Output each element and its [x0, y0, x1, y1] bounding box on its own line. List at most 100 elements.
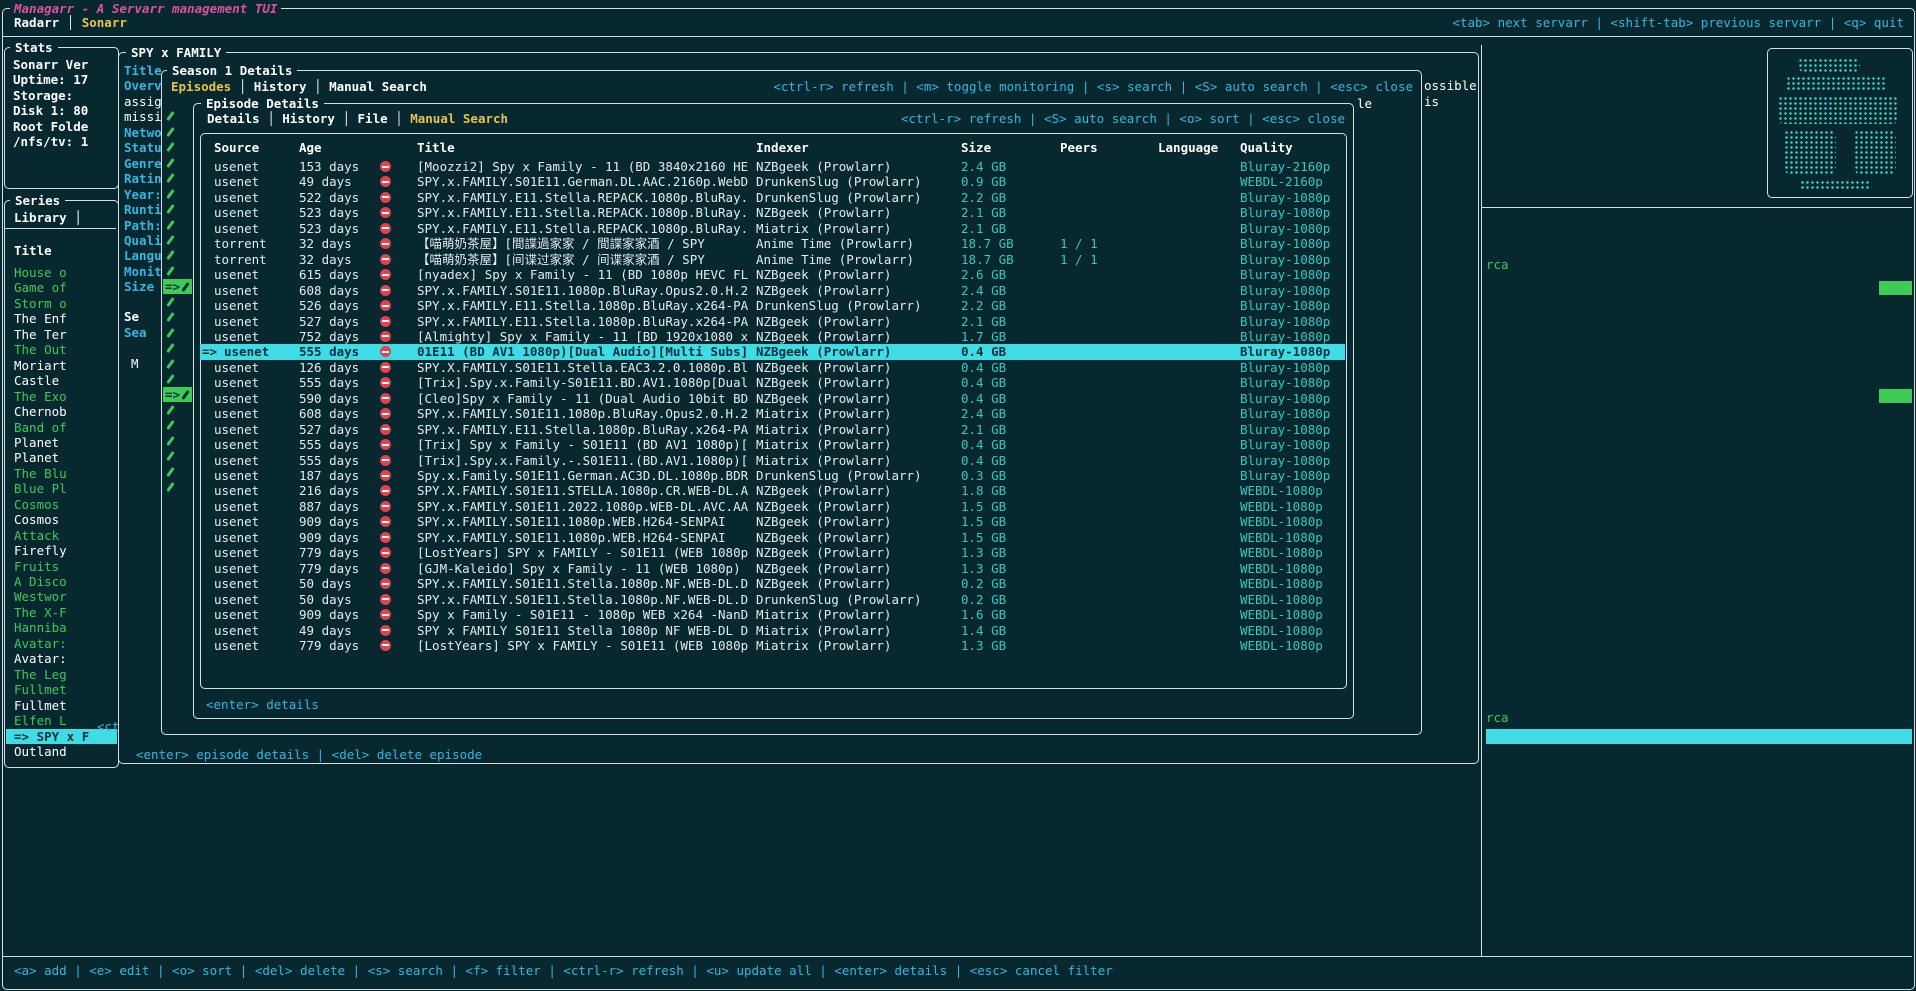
release-quality: Bluray-1080p — [1240, 221, 1330, 236]
rejected-icon — [380, 238, 391, 249]
series-list-item[interactable]: Fruits — [14, 559, 59, 574]
series-list-item[interactable]: Fullmet — [14, 682, 67, 697]
table-column-header-source[interactable]: Source — [214, 140, 259, 155]
release-row[interactable]: usenet49 daysSPY.x.FAMILY.S01E11.German.… — [200, 174, 1345, 189]
table-column-header-age[interactable]: Age — [299, 140, 322, 155]
release-row[interactable]: usenet49 daysSPY x FAMILY S01E11 Stella … — [200, 623, 1345, 638]
release-row[interactable]: usenet909 daysSPY.x.FAMILY.S01E11.1080p.… — [200, 514, 1345, 529]
release-row[interactable]: usenet187 daysSpy.x.Family.S01E11.German… — [200, 468, 1345, 483]
table-column-header-size[interactable]: Size — [961, 140, 991, 155]
release-row[interactable]: usenet909 daysSPY.x.FAMILY.S01E11.1080p.… — [200, 530, 1345, 545]
series-list-item[interactable]: Cosmos — [14, 512, 59, 527]
release-row[interactable]: usenet909 daysSpy x Family - S01E11 - 10… — [200, 607, 1345, 622]
release-row[interactable]: torrent32 days【喵萌奶茶屋】[间谍过家家 / 间谍家家酒 / SP… — [200, 252, 1345, 267]
tab-library[interactable]: Library │ — [14, 210, 82, 225]
series-list-item[interactable]: Storm o — [14, 296, 67, 311]
season-tab-episodes[interactable]: Episodes — [171, 79, 231, 94]
rejected-icon — [380, 594, 391, 605]
series-list-item[interactable]: Planet — [14, 435, 59, 450]
series-list-item[interactable]: Westwor — [14, 589, 67, 604]
release-age: 615 days — [299, 267, 359, 282]
release-row-selected[interactable]: =>usenet555 days01E11 (BD AV1 1080p)[Dua… — [200, 344, 1345, 359]
series-list-item[interactable]: The Leg — [14, 667, 67, 682]
table-column-header-language[interactable]: Language — [1158, 140, 1218, 155]
series-list-item[interactable]: Band of — [14, 420, 67, 435]
release-row[interactable]: usenet555 days[Trix] Spy x Family - S01E… — [200, 437, 1345, 452]
series-list-item[interactable]: Attack — [14, 528, 59, 543]
series-list-item[interactable]: Planet — [14, 450, 59, 465]
rejected-icon — [380, 223, 391, 234]
series-list-item[interactable]: The Enf — [14, 311, 67, 326]
table-column-header-title[interactable]: Title — [417, 140, 455, 155]
series-list-item[interactable]: Game of — [14, 280, 67, 295]
release-size: 0.4 GB — [961, 344, 1006, 359]
series-list-item[interactable]: Moriart — [14, 358, 67, 373]
release-indexer: NZBgeek (Prowlarr) — [756, 483, 891, 498]
release-row[interactable]: usenet887 daysSPY.x.FAMILY.S01E11.2022.1… — [200, 499, 1345, 514]
release-source: usenet — [214, 391, 259, 406]
tab-separator: │ — [306, 79, 329, 94]
release-row[interactable]: usenet555 days[Trix].Spy.x.Family-S01E11… — [200, 375, 1345, 390]
release-age: 779 days — [299, 638, 359, 653]
tab-sonarr[interactable]: Sonarr — [82, 15, 127, 30]
series-list-item[interactable]: Avatar: — [14, 636, 67, 651]
release-row[interactable]: usenet523 daysSPY.x.FAMILY.E11.Stella.RE… — [200, 221, 1345, 236]
release-row[interactable]: usenet615 days[nyadex] Spy x Family - 11… — [200, 267, 1345, 282]
tab-separator: │ — [335, 111, 358, 126]
release-row[interactable]: torrent32 days【喵萌奶茶屋】[間諜過家家 / 間諜家家酒 / SP… — [200, 236, 1345, 251]
episode-tab-history[interactable]: History — [282, 111, 335, 126]
series-list-item[interactable]: Castle — [14, 373, 59, 388]
series-list-item[interactable]: The Ter — [14, 327, 67, 342]
release-row[interactable]: usenet779 days[LostYears] SPY x FAMILY -… — [200, 545, 1345, 560]
release-row[interactable]: usenet608 daysSPY.x.FAMILY.S01E11.1080p.… — [200, 283, 1345, 298]
release-row[interactable]: usenet779 days[GJM-Kaleido] Spy x Family… — [200, 561, 1345, 576]
rejected-icon — [380, 362, 391, 373]
bg-text-fragment: le — [1357, 96, 1372, 111]
table-column-header-indexer[interactable]: Indexer — [756, 140, 809, 155]
series-list-item[interactable]: The Out — [14, 342, 67, 357]
series-list-item[interactable]: The Blu — [14, 466, 67, 481]
series-list-item[interactable]: Avatar: — [14, 651, 67, 666]
series-list-item[interactable]: Cosmos — [14, 497, 59, 512]
series-list-item[interactable]: The Exo — [14, 389, 67, 404]
release-row[interactable]: usenet752 days[Almighty] Spy x Family - … — [200, 329, 1345, 344]
release-row[interactable]: usenet527 daysSPY.x.FAMILY.E11.Stella.10… — [200, 314, 1345, 329]
release-row[interactable]: usenet50 daysSPY.x.FAMILY.S01E11.Stella.… — [200, 592, 1345, 607]
episode-tab-file[interactable]: File — [358, 111, 388, 126]
series-list-item[interactable]: Hanniba — [14, 620, 67, 635]
release-row[interactable]: usenet522 daysSPY.x.FAMILY.E11.Stella.RE… — [200, 190, 1345, 205]
release-row[interactable]: usenet526 daysSPY.x.FAMILY.E11.Stella.10… — [200, 298, 1345, 313]
season-tab-history[interactable]: History — [254, 79, 307, 94]
series-list-item[interactable]: Firefly — [14, 543, 67, 558]
release-row[interactable]: usenet779 days[LostYears] SPY x FAMILY -… — [200, 638, 1345, 653]
release-source: usenet — [214, 205, 259, 220]
rejected-icon — [380, 269, 391, 280]
release-row[interactable]: usenet555 days[Trix].Spy.x.Family.-.S01E… — [200, 453, 1345, 468]
release-row[interactable]: usenet527 daysSPY.x.FAMILY.E11.Stella.10… — [200, 422, 1345, 437]
series-list-item[interactable]: House o — [14, 265, 67, 280]
rejected-icon — [380, 516, 391, 527]
series-list-item[interactable]: Fullmet — [14, 698, 67, 713]
series-list-item[interactable]: Outland — [14, 744, 67, 759]
tab-radarr[interactable]: Radarr — [14, 15, 59, 30]
series-list-item[interactable]: A Disco — [14, 574, 67, 589]
release-row[interactable]: usenet608 daysSPY.x.FAMILY.S01E11.1080p.… — [200, 406, 1345, 421]
table-column-header-quality[interactable]: Quality — [1240, 140, 1293, 155]
release-row[interactable]: usenet126 daysSPY.X.FAMILY.S01E11.Stella… — [200, 360, 1345, 375]
release-row[interactable]: usenet523 daysSPY.x.FAMILY.E11.Stella.RE… — [200, 205, 1345, 220]
release-source: usenet — [214, 576, 259, 591]
release-age: 909 days — [299, 530, 359, 545]
release-row[interactable]: usenet590 days[Cleo]Spy x Family - 11 (D… — [200, 391, 1345, 406]
table-column-header-peers[interactable]: Peers — [1060, 140, 1098, 155]
series-list-item[interactable]: Blue Pl — [14, 481, 67, 496]
release-row[interactable]: usenet153 days[Moozzi2] Spy x Family - 1… — [200, 159, 1345, 174]
release-row[interactable]: usenet50 daysSPY.x.FAMILY.S01E11.Stella.… — [200, 576, 1345, 591]
season-tab-manual-search[interactable]: Manual Search — [329, 79, 427, 94]
release-row[interactable]: usenet216 daysSPY.X.FAMILY.S01E11.STELLA… — [200, 483, 1345, 498]
series-list-item[interactable]: Elfen L — [14, 713, 67, 728]
series-list-item[interactable]: The X-F — [14, 605, 67, 620]
episode-tab-manual-search[interactable]: Manual Search — [410, 111, 508, 126]
series-list-item[interactable]: Chernob — [14, 404, 67, 419]
episode-tab-details[interactable]: Details — [207, 111, 260, 126]
release-size: 1.8 GB — [961, 483, 1006, 498]
